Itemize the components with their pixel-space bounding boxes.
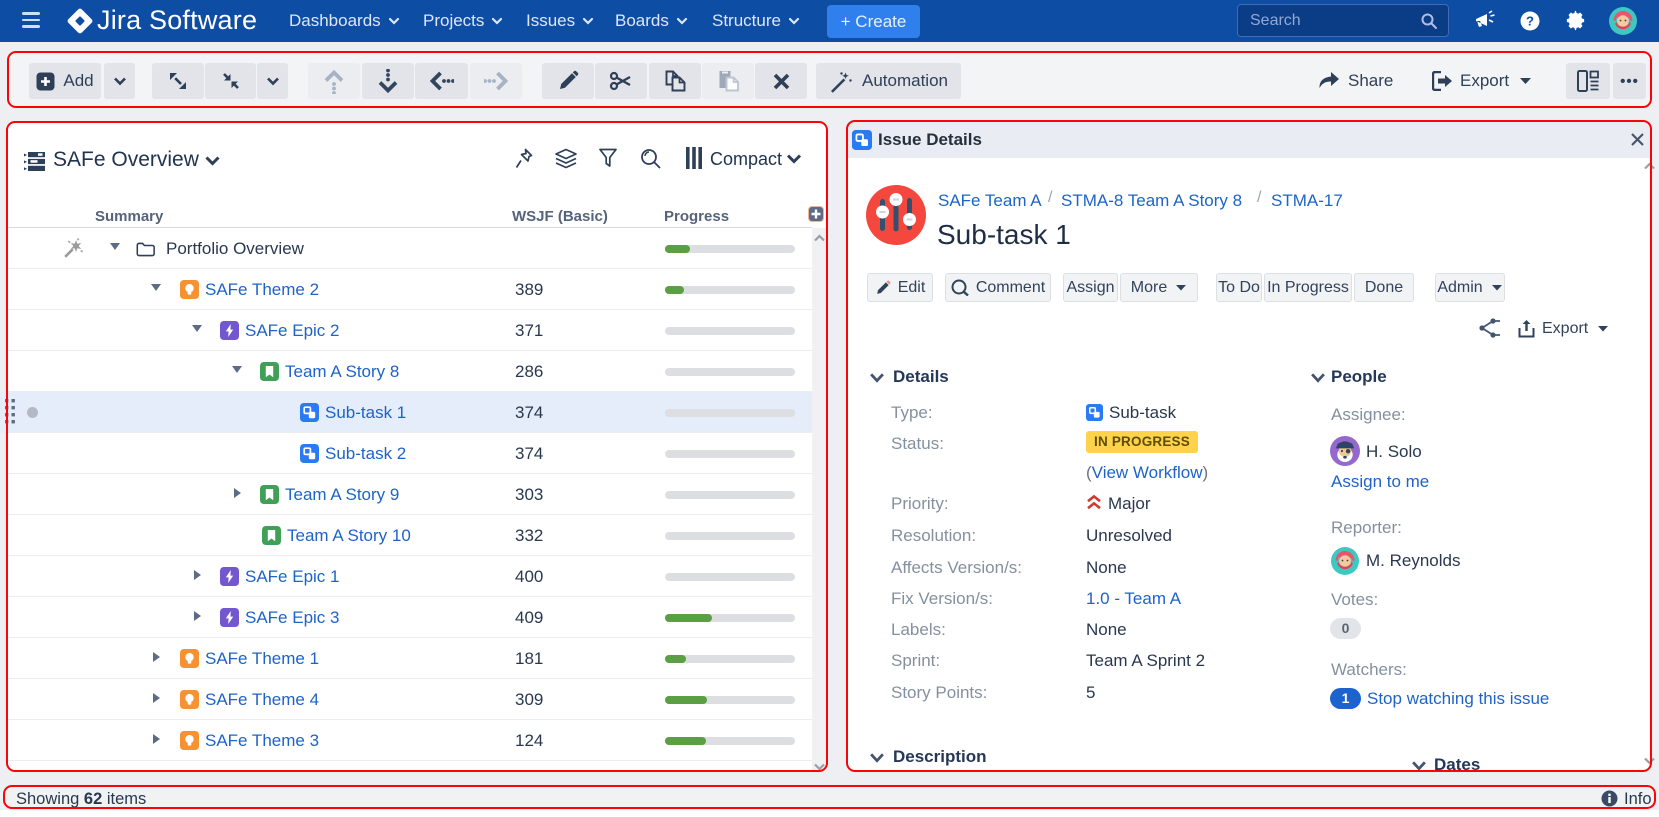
svg-text:?: ? xyxy=(1526,14,1534,29)
